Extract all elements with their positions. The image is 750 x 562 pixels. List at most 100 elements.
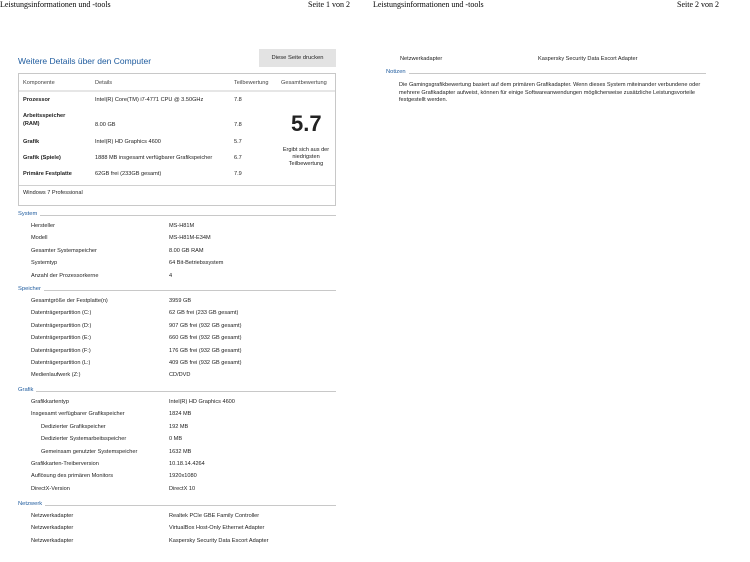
info-value: Kaspersky Security Data Escort Adapter [538, 56, 638, 62]
info-label: Hersteller [31, 223, 55, 229]
info-row: Systemtyp 64 Bit-Betriebssystem [0, 260, 370, 270]
info-row: Datenträgerpartition (C:) 62 GB frei (233… [0, 310, 370, 320]
info-label: Insgesamt verfügbarer Grafikspeicher [31, 411, 125, 418]
info-label: Datenträgerpartition (L:) [31, 360, 91, 366]
info-label: Dedizierter Systemarbeitsspeicher [41, 436, 127, 443]
component-name: Arbeitsspeicher (RAM) [23, 113, 66, 127]
info-label: Systemtyp [31, 260, 58, 267]
print-page-button[interactable]: Diese Seite drucken [259, 49, 336, 67]
section-grafik: Grafik [18, 387, 336, 395]
info-value: MS-H81M-E34M [169, 235, 211, 242]
info-value: DirectX 10 [169, 485, 196, 492]
page-header-title: Leistungsinformationen und -tools [0, 0, 111, 9]
info-row: Gesamtgröße der Festplatte(n) 3959 GB [0, 298, 370, 308]
info-row: Datenträgerpartition (D:) 907 GB frei (93… [0, 323, 370, 333]
section-system: System [18, 211, 336, 219]
score-table: Komponente Details Teilbewertung Gesamtb… [18, 73, 336, 206]
info-row: Grafikkarten-Treiberversion 10.18.14.4264 [0, 461, 370, 471]
info-value: MS-H81M [169, 223, 195, 229]
section-speicher: Speicher [18, 286, 336, 294]
page-title: Weitere Details über den Computer [18, 56, 152, 66]
info-label: Modell [31, 235, 48, 242]
info-row: Hersteller MS-H81M [0, 223, 370, 233]
info-label: Auflösung des primären Monitors [31, 473, 114, 480]
info-row: Auflösung des primären Monitors 1920x1080 [0, 473, 370, 483]
info-row: Netzwerkadapter VirtualBox Host-Only Ethe… [0, 525, 370, 535]
component-details: Intel(R) Core(TM) i7-4771 CPU @ 3.50GHz [95, 97, 204, 103]
info-value: 176 GB frei (932 GB gesamt) [169, 347, 242, 354]
component-name: Grafik [23, 139, 40, 145]
info-label: Gesamtgröße der Festplatte(n) [31, 298, 108, 304]
info-value: 3959 GB [169, 298, 192, 304]
info-value: Realtek PCIe GBE Family Controller [169, 513, 260, 519]
info-value: 907 GB frei (932 GB gesamt) [169, 322, 242, 329]
info-value: 409 GB frei (932 GB gesamt) [169, 360, 242, 366]
overall-score: 5.7 [291, 111, 322, 136]
info-row: DirectX-Version DirectX 10 [0, 486, 370, 496]
section-title: Grafik [18, 387, 37, 393]
info-label: Netzwerkadapter [31, 537, 74, 544]
section-title: Netzwerk [18, 501, 46, 507]
os-edition: Windows 7 Professional [23, 190, 83, 196]
component-score: 5.7 [234, 139, 242, 145]
component-details: 8.00 GB [95, 122, 116, 128]
info-row: Modell MS-H81M-E34M [0, 235, 370, 245]
info-row: Anzahl der Prozessorkerne 4 [0, 273, 370, 283]
info-row: Dedizierter Grafikspeicher 192 MB [0, 424, 370, 434]
info-value: 64 Bit-Betriebssystem [169, 260, 224, 267]
info-value: Kaspersky Security Data Escort Adapter [169, 537, 269, 544]
info-value: VirtualBox Host-Only Ethernet Adapter [169, 525, 265, 532]
info-label: Grafikkartentyp [31, 399, 69, 405]
info-value: 0 MB [169, 436, 183, 443]
info-label: Datenträgerpartition (E:) [31, 335, 92, 342]
info-label: Dedizierter Grafikspeicher [41, 423, 106, 430]
section-title: Speicher [18, 286, 44, 292]
info-row: Dedizierter Systemarbeitsspeicher 0 MB [0, 436, 370, 446]
overall-score-note: Ergibt sich aus der niedrigsten Teilbewe… [282, 147, 330, 167]
info-label: Anzahl der Prozessorkerne [31, 272, 99, 279]
info-value: 1632 MB [169, 448, 192, 455]
page-header-title-2: Leistungsinformationen und -tools [373, 0, 484, 9]
section-title: Notizen [386, 69, 409, 75]
col-komponente: Komponente [23, 80, 55, 86]
component-details: 62GB frei (233GB gesamt) [95, 171, 162, 177]
info-row: Netzwerkadapter Kaspersky Security Data … [369, 56, 739, 66]
component-details: Intel(R) HD Graphics 4600 [95, 139, 161, 145]
col-gesamtbewertung: Gesamtbewertung [281, 80, 327, 86]
component-score: 7.8 [234, 122, 242, 128]
info-row: Datenträgerpartition (F:) 176 GB frei (93… [0, 348, 370, 358]
info-label: Netzwerkadapter [400, 56, 443, 62]
info-row: Grafikkartentyp Intel(R) HD Graphics 4600 [0, 399, 370, 409]
info-value: 1824 MB [169, 411, 192, 418]
component-name: Primäre Festplatte [23, 171, 72, 177]
info-value: 1920x1080 [169, 473, 197, 480]
info-label: Gemeinsam genutzter Systemspeicher [41, 448, 138, 455]
info-label: Medienlaufwerk (Z:) [31, 372, 81, 379]
info-value: 660 GB frei (932 GB gesamt) [169, 335, 242, 342]
info-row: Datenträgerpartition (L:) 409 GB frei (93… [0, 360, 370, 370]
info-value: Intel(R) HD Graphics 4600 [169, 399, 235, 405]
notes-text: Die Gamingsgrafikbewertung basiert auf d… [399, 82, 701, 103]
info-label: Gesamter Systemspeicher [31, 247, 97, 254]
info-row: Gemeinsam genutzter Systemspeicher 1632 M… [0, 449, 370, 459]
info-row: Medienlaufwerk (Z:) CD/DVD [0, 372, 370, 382]
component-name: Grafik (Spiele) [23, 155, 61, 161]
info-row: Netzwerkadapter Realtek PCIe GBE Family C… [0, 513, 370, 523]
info-row: Datenträgerpartition (E:) 660 GB frei (93… [0, 335, 370, 345]
info-label: DirectX-Version [31, 485, 70, 492]
component-score: 6.7 [234, 155, 242, 161]
info-value: 62 GB frei (233 GB gesamt) [169, 310, 239, 317]
section-netzwerk: Netzwerk [18, 501, 336, 509]
info-row: Gesamter Systemspeicher 8.00 GB RAM [0, 248, 370, 258]
col-details: Details [95, 80, 113, 86]
info-label: Datenträgerpartition (F:) [31, 347, 91, 354]
info-value: 192 MB [169, 423, 189, 430]
info-value: 8.00 GB RAM [169, 247, 204, 254]
page-number-2: Seite 2 von 2 [677, 0, 719, 9]
info-label: Datenträgerpartition (D:) [31, 322, 92, 329]
component-details: 1888 MB insgesamt verfügbarer Grafikspei… [95, 155, 213, 161]
info-row: Netzwerkadapter Kaspersky Security Data E… [0, 538, 370, 548]
component-score: 7.8 [234, 97, 242, 103]
info-label: Netzwerkadapter [31, 525, 74, 532]
section-notizen: Notizen [386, 69, 706, 77]
